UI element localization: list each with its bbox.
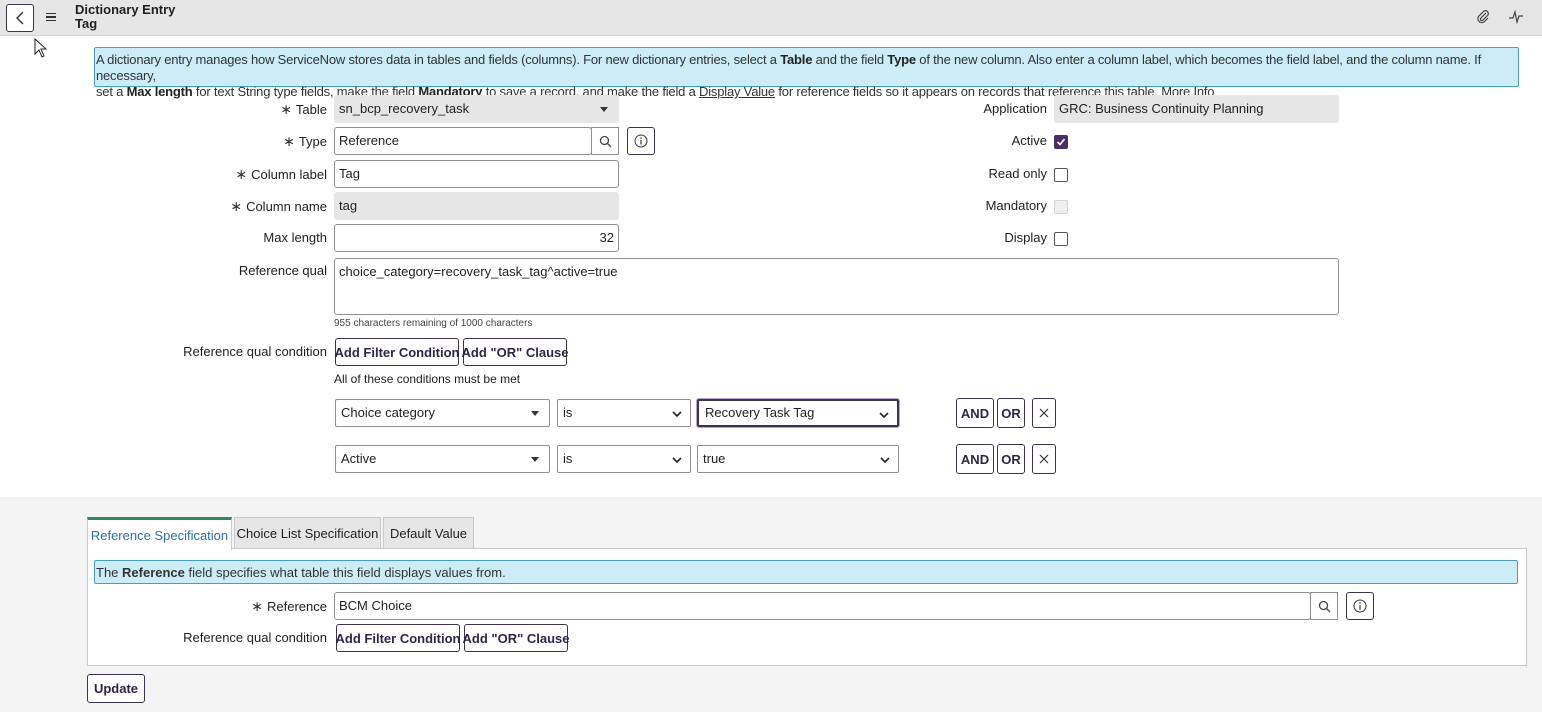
- context-menu-icon[interactable]: [46, 9, 60, 25]
- ref-qual-condition-label: Reference qual condition: [183, 344, 327, 359]
- condition-or-button[interactable]: OR: [997, 444, 1025, 474]
- info-banner: A dictionary entry manages how ServiceNo…: [94, 47, 1519, 99]
- chevron-down-icon: [672, 457, 682, 464]
- ref-spec-add-filter-condition-button[interactable]: Add Filter Condition: [336, 624, 460, 652]
- condition-field-select[interactable]: Active: [335, 445, 550, 473]
- caret-down-icon: [531, 411, 539, 416]
- back-button[interactable]: [6, 4, 34, 32]
- column-name-label: ∗ Column name: [230, 198, 327, 214]
- conditions-met-text: All of these conditions must be met: [334, 372, 521, 386]
- reference-qual-label: Reference qual: [238, 263, 327, 278]
- condition-or-button[interactable]: OR: [997, 398, 1025, 428]
- reference-lookup-button[interactable]: [1310, 592, 1338, 620]
- ref-spec-qual-condition-label: Reference qual condition: [183, 630, 327, 645]
- active-label: Active: [1011, 133, 1047, 148]
- condition-and-button[interactable]: AND: [956, 398, 994, 428]
- type-input[interactable]: Reference: [334, 127, 592, 155]
- tab-default-value[interactable]: Default Value: [383, 517, 474, 548]
- column-label-label: ∗ Column label: [235, 166, 327, 182]
- condition-field-select[interactable]: Choice category: [335, 399, 550, 427]
- max-length-label: Max length: [263, 230, 327, 245]
- reference-input[interactable]: BCM Choice: [334, 592, 1311, 620]
- add-filter-condition-button[interactable]: Add Filter Condition: [335, 338, 459, 366]
- condition-operator-select[interactable]: is: [557, 399, 691, 427]
- application-field: GRC: Business Continuity Planning: [1054, 95, 1339, 123]
- add-or-clause-button[interactable]: Add "OR" Clause: [462, 338, 568, 366]
- search-icon: [1318, 600, 1330, 612]
- column-name-input: tag: [334, 192, 619, 220]
- display-checkbox[interactable]: [1054, 232, 1068, 246]
- close-icon: [1039, 454, 1049, 464]
- active-checkbox[interactable]: [1054, 135, 1068, 149]
- display-label: Display: [1004, 230, 1047, 245]
- ref-spec-add-or-clause-button[interactable]: Add "OR" Clause: [463, 624, 569, 652]
- condition-remove-button[interactable]: [1032, 444, 1056, 474]
- mouse-cursor-icon: [34, 38, 48, 58]
- application-label: Application: [983, 101, 1047, 116]
- page-subtitle: Tag: [75, 16, 98, 31]
- type-info-button[interactable]: [627, 127, 655, 155]
- table-label: ∗ Table: [280, 101, 327, 117]
- read-only-label: Read only: [988, 166, 1047, 181]
- chevron-down-icon: [880, 457, 890, 464]
- read-only-checkbox[interactable]: [1054, 168, 1068, 182]
- caret-down-icon: [531, 457, 539, 462]
- type-lookup-button[interactable]: [591, 127, 619, 155]
- reference-info-button[interactable]: [1346, 592, 1374, 620]
- chevron-down-icon: [672, 411, 682, 418]
- form-header: Dictionary Entry Tag: [0, 0, 1542, 36]
- reference-info-banner: The Reference field specifies what table…: [94, 560, 1518, 584]
- info-icon: [634, 134, 648, 148]
- chars-remaining: 955 characters remaining of 1000 charact…: [334, 318, 533, 329]
- reference-label: ∗ Reference: [251, 598, 327, 614]
- tab-reference-specification[interactable]: Reference Specification: [87, 517, 232, 550]
- tab-choice-list-specification[interactable]: Choice List Specification: [234, 517, 381, 548]
- info-icon: [1353, 599, 1367, 613]
- condition-and-button[interactable]: AND: [956, 444, 994, 474]
- update-button[interactable]: Update: [87, 674, 145, 703]
- chevron-down-icon: [879, 412, 889, 419]
- mandatory-checkbox: [1054, 200, 1068, 214]
- condition-value-select[interactable]: true: [697, 445, 899, 473]
- condition-remove-button[interactable]: [1032, 398, 1056, 428]
- table-select[interactable]: sn_bcp_recovery_task: [334, 95, 619, 123]
- activity-pulse-icon[interactable]: [1508, 9, 1524, 25]
- reference-qual-textarea[interactable]: choice_category=recovery_task_tag^active…: [334, 258, 1339, 315]
- close-icon: [1039, 408, 1049, 418]
- caret-down-icon: [600, 107, 608, 112]
- mandatory-label: Mandatory: [985, 198, 1047, 213]
- display-value-link[interactable]: Display Value: [699, 84, 775, 99]
- max-length-input[interactable]: 32: [334, 224, 619, 252]
- condition-value-select[interactable]: Recovery Task Tag: [697, 399, 899, 427]
- chevron-left-icon: [16, 11, 24, 25]
- page-title: Dictionary Entry: [75, 2, 176, 17]
- search-icon: [599, 135, 611, 147]
- checkmark-icon: [1056, 138, 1066, 146]
- column-label-input[interactable]: Tag: [334, 160, 619, 188]
- paperclip-icon[interactable]: [1475, 9, 1491, 25]
- condition-operator-select[interactable]: is: [557, 445, 691, 473]
- type-label: ∗ Type: [283, 133, 327, 149]
